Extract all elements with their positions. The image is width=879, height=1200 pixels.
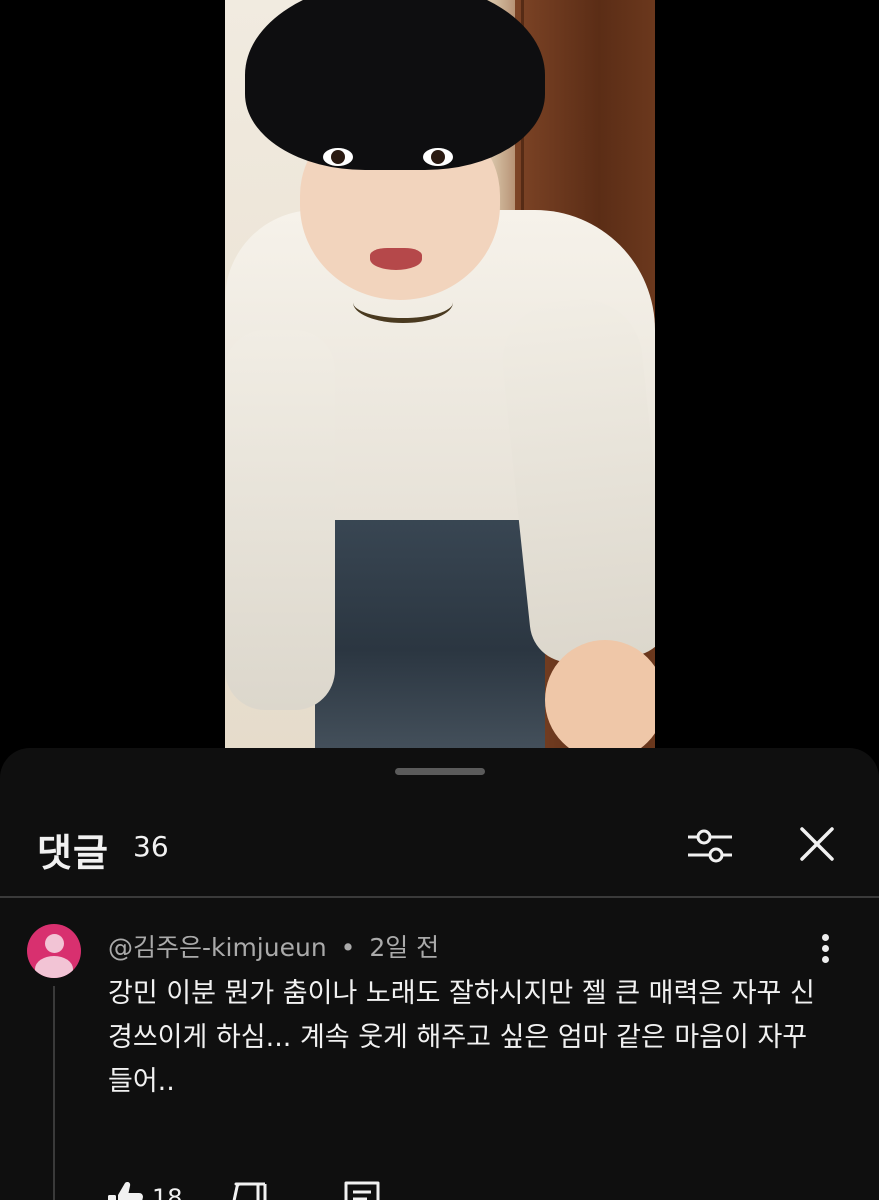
more-vertical-icon-dot bbox=[821, 945, 829, 952]
comments-title: 댓글 bbox=[37, 831, 109, 875]
comment-author[interactable]: @김주은-kimjueun bbox=[108, 933, 327, 962]
video-player[interactable] bbox=[225, 0, 655, 748]
like-button[interactable] bbox=[105, 1178, 145, 1200]
dislike-button[interactable] bbox=[230, 1178, 270, 1200]
video-person-hair bbox=[245, 0, 545, 170]
video-person-eye-left bbox=[323, 148, 353, 166]
video-person-eye-right bbox=[423, 148, 453, 166]
comment-actions: 18 bbox=[105, 1178, 505, 1200]
sort-filter-button[interactable] bbox=[684, 820, 736, 872]
comment-time: 2일 전 bbox=[369, 933, 440, 962]
more-vertical-icon-dot bbox=[821, 956, 829, 963]
comment-more-button[interactable] bbox=[812, 934, 838, 974]
meta-separator: • bbox=[340, 933, 356, 962]
comments-header: 댓글 36 bbox=[0, 808, 879, 898]
more-vertical-icon-dot bbox=[821, 934, 829, 941]
comment-item: @김주은-kimjueun • 2일 전 강민 이분 뭔가 춤이나 노래도 잘하… bbox=[0, 898, 879, 1200]
sliders-icon bbox=[688, 829, 732, 863]
reply-thread-line bbox=[53, 986, 55, 1200]
avatar[interactable] bbox=[27, 924, 81, 978]
video-person-jeans bbox=[315, 488, 545, 748]
comments-count: 36 bbox=[133, 830, 169, 863]
reply-button[interactable] bbox=[341, 1178, 383, 1200]
like-count: 18 bbox=[152, 1184, 183, 1200]
comments-sheet: 댓글 36 @김주은-kimjueun • 2일 전 강민 이분 뭔가 춤이나 … bbox=[0, 748, 879, 1200]
video-person-mouth bbox=[370, 248, 422, 270]
sheet-drag-handle[interactable] bbox=[395, 768, 485, 775]
thumbs-up-icon bbox=[108, 1182, 143, 1200]
screen: 댓글 36 @김주은-kimjueun • 2일 전 강민 이분 뭔가 춤이나 … bbox=[0, 0, 879, 1200]
comment-meta: @김주은-kimjueun • 2일 전 bbox=[108, 928, 439, 964]
comment-icon bbox=[344, 1181, 380, 1200]
thumbs-down-icon bbox=[232, 1182, 267, 1200]
close-button[interactable] bbox=[793, 820, 841, 868]
video-person-arm-left bbox=[225, 330, 335, 710]
close-icon bbox=[800, 827, 834, 861]
video-person-necklace bbox=[353, 282, 453, 323]
comment-text: 강민 이분 뭔가 춤이나 노래도 잘하시지만 젤 큰 매력은 자꾸 신경쓰이게 … bbox=[108, 978, 815, 1097]
avatar-body-shape bbox=[35, 956, 73, 978]
avatar-head-shape bbox=[45, 934, 64, 953]
